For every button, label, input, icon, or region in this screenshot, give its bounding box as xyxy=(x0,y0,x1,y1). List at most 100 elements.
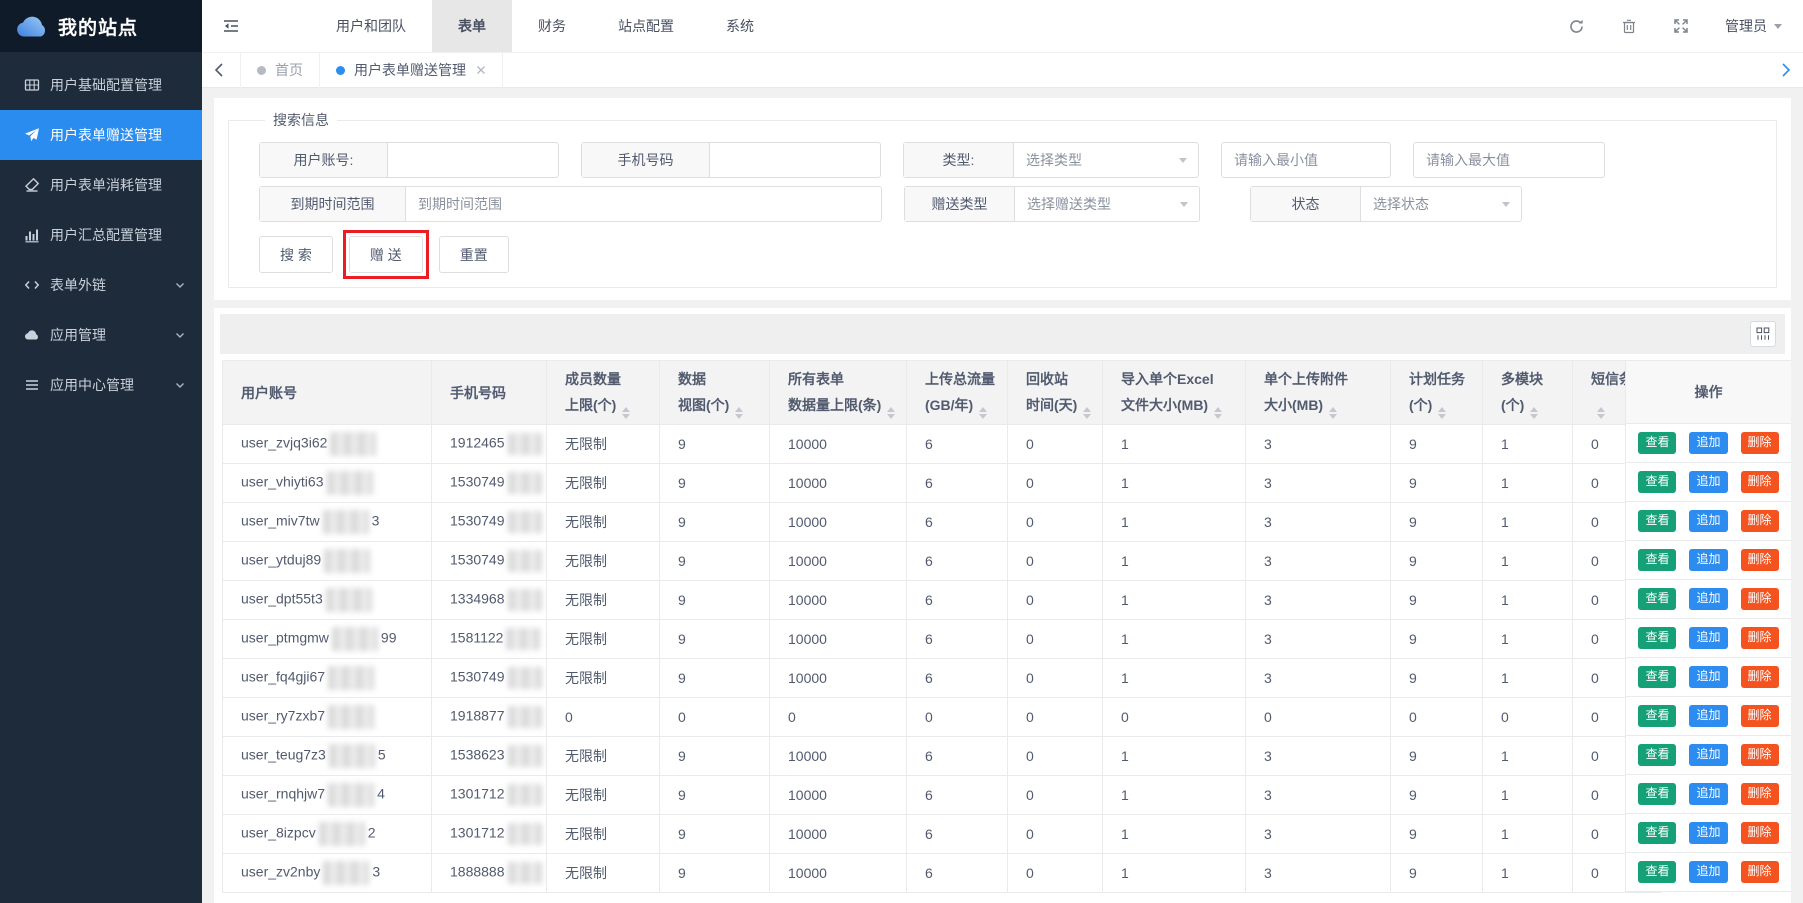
action-button-删除[interactable]: 删除 xyxy=(1741,588,1779,609)
sidebar-item[interactable]: 应用管理 xyxy=(0,310,202,360)
action-button-删除[interactable]: 删除 xyxy=(1741,432,1779,453)
data-cell: 1 xyxy=(1483,737,1573,776)
sort-icon[interactable] xyxy=(1530,407,1538,419)
redacted-text xyxy=(328,705,374,729)
action-button-追加[interactable]: 追加 xyxy=(1689,822,1727,843)
expire-range-input[interactable] xyxy=(406,187,881,221)
top-nav-tab[interactable]: 用户和团队 xyxy=(310,0,432,52)
tabs-scroll-right-icon[interactable] xyxy=(1769,52,1803,88)
phone-cell: 1888888 xyxy=(432,854,547,893)
page-tab[interactable]: 首页 xyxy=(240,52,320,88)
account-input[interactable] xyxy=(388,143,558,177)
gift-type-select[interactable]: 选择赠送类型 xyxy=(1015,187,1199,221)
action-button-删除[interactable]: 删除 xyxy=(1741,510,1779,531)
action-button-删除[interactable]: 删除 xyxy=(1741,549,1779,570)
sort-icon[interactable] xyxy=(1438,407,1446,419)
close-icon[interactable] xyxy=(476,65,486,75)
action-button-追加[interactable]: 追加 xyxy=(1689,744,1727,765)
sort-icon[interactable] xyxy=(1597,407,1605,419)
sort-icon[interactable] xyxy=(622,407,630,419)
data-cell: 1 xyxy=(1483,503,1573,542)
sort-icon[interactable] xyxy=(1329,407,1337,419)
action-button-查看[interactable]: 查看 xyxy=(1638,744,1676,765)
top-nav-tab[interactable]: 站点配置 xyxy=(592,0,700,52)
column-header[interactable]: 所有表单数据量上限(条) xyxy=(770,361,907,425)
table-row: user_ytduj891530749无限制9100006013910 xyxy=(223,542,1661,581)
column-header[interactable]: 单个上传附件大小(MB) xyxy=(1246,361,1391,425)
fullscreen-icon[interactable] xyxy=(1673,18,1689,34)
table-row: user_8izpcv21301712无限制9100006013910 xyxy=(223,815,1661,854)
phone-input[interactable] xyxy=(710,143,880,177)
action-button-删除[interactable]: 删除 xyxy=(1741,666,1779,687)
sidebar-item[interactable]: 用户汇总配置管理 xyxy=(0,210,202,260)
sidebar-item[interactable]: 用户表单赠送管理 xyxy=(0,110,202,160)
top-nav-tab[interactable]: 表单 xyxy=(432,0,512,52)
action-button-查看[interactable]: 查看 xyxy=(1638,471,1676,492)
action-button-查看[interactable]: 查看 xyxy=(1638,432,1676,453)
sort-icon[interactable] xyxy=(1214,407,1222,419)
action-button-查看[interactable]: 查看 xyxy=(1638,588,1676,609)
action-button-删除[interactable]: 删除 xyxy=(1741,861,1779,882)
action-button-查看[interactable]: 查看 xyxy=(1638,627,1676,648)
sort-icon[interactable] xyxy=(887,407,895,419)
action-button-查看[interactable]: 查看 xyxy=(1638,510,1676,531)
action-button-追加[interactable]: 追加 xyxy=(1689,471,1727,492)
data-cell: 10000 xyxy=(770,620,907,659)
column-header[interactable]: 回收站时间(天) xyxy=(1008,361,1103,425)
top-nav-tab[interactable]: 系统 xyxy=(700,0,780,52)
column-header[interactable]: 计划任务(个) xyxy=(1391,361,1483,425)
action-button-查看[interactable]: 查看 xyxy=(1638,783,1676,804)
trash-icon[interactable] xyxy=(1621,18,1637,34)
gift-button[interactable]: 赠 送 xyxy=(349,236,423,273)
action-button-追加[interactable]: 追加 xyxy=(1689,627,1727,648)
action-button-追加[interactable]: 追加 xyxy=(1689,432,1727,453)
column-header[interactable]: 数据视图(个) xyxy=(660,361,770,425)
action-button-追加[interactable]: 追加 xyxy=(1689,588,1727,609)
search-button[interactable]: 搜 索 xyxy=(259,236,333,273)
action-button-追加[interactable]: 追加 xyxy=(1689,705,1727,726)
data-cell: 3 xyxy=(1246,503,1391,542)
column-header[interactable]: 多模块(个) xyxy=(1483,361,1573,425)
action-button-删除[interactable]: 删除 xyxy=(1741,627,1779,648)
action-button-追加[interactable]: 追加 xyxy=(1689,666,1727,687)
sidebar-item[interactable]: 应用中心管理 xyxy=(0,360,202,410)
min-value-input[interactable] xyxy=(1221,142,1391,178)
page-tab[interactable]: 用户表单赠送管理 xyxy=(320,52,503,88)
sidebar-item[interactable]: 用户基础配置管理 xyxy=(0,60,202,110)
sort-icon[interactable] xyxy=(979,407,987,419)
column-settings-icon[interactable] xyxy=(1750,321,1776,347)
collapse-sidebar-icon[interactable] xyxy=(214,9,248,43)
action-button-查看[interactable]: 查看 xyxy=(1638,822,1676,843)
action-button-删除[interactable]: 删除 xyxy=(1741,822,1779,843)
action-button-查看[interactable]: 查看 xyxy=(1638,666,1676,687)
column-header[interactable]: 导入单个Excel文件大小(MB) xyxy=(1103,361,1246,425)
action-button-查看[interactable]: 查看 xyxy=(1638,549,1676,570)
status-select[interactable]: 选择状态 xyxy=(1361,187,1521,221)
refresh-icon[interactable] xyxy=(1568,18,1585,35)
max-value-input[interactable] xyxy=(1413,142,1605,178)
action-button-删除[interactable]: 删除 xyxy=(1741,783,1779,804)
tabs-scroll-left-icon[interactable] xyxy=(202,52,236,88)
action-button-查看[interactable]: 查看 xyxy=(1638,705,1676,726)
data-cell: 6 xyxy=(907,776,1008,815)
data-cell: 无限制 xyxy=(547,659,660,698)
action-button-追加[interactable]: 追加 xyxy=(1689,861,1727,882)
sort-icon[interactable] xyxy=(735,407,743,419)
column-header[interactable]: 上传总流量(GB/年) xyxy=(907,361,1008,425)
sort-icon[interactable] xyxy=(1083,407,1091,419)
sidebar-item[interactable]: 用户表单消耗管理 xyxy=(0,160,202,210)
column-header[interactable]: 成员数量上限(个) xyxy=(547,361,660,425)
data-cell: 9 xyxy=(660,815,770,854)
action-button-追加[interactable]: 追加 xyxy=(1689,549,1727,570)
reset-button[interactable]: 重置 xyxy=(439,236,509,273)
action-button-追加[interactable]: 追加 xyxy=(1689,783,1727,804)
action-button-追加[interactable]: 追加 xyxy=(1689,510,1727,531)
sidebar-item[interactable]: 表单外链 xyxy=(0,260,202,310)
top-nav-tab[interactable]: 财务 xyxy=(512,0,592,52)
action-button-删除[interactable]: 删除 xyxy=(1741,705,1779,726)
action-button-删除[interactable]: 删除 xyxy=(1741,744,1779,765)
type-select[interactable]: 选择类型 xyxy=(1014,143,1198,177)
action-button-删除[interactable]: 删除 xyxy=(1741,471,1779,492)
admin-dropdown[interactable]: 管理员 xyxy=(1725,16,1783,36)
action-button-查看[interactable]: 查看 xyxy=(1638,861,1676,882)
